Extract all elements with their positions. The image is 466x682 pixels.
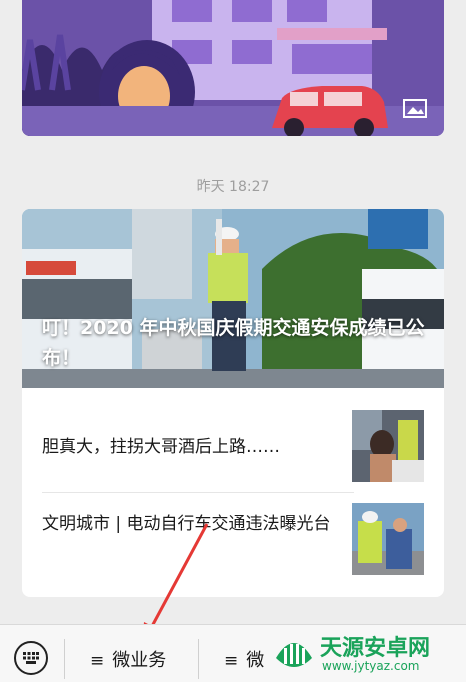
- watermark-url: www.jytyaz.com: [322, 659, 420, 673]
- hamburger-icon: ≡: [90, 651, 105, 671]
- watermark-brand: 天源安卓网: [320, 636, 431, 661]
- site-watermark: 天源安卓网 www.jytyaz.com: [264, 628, 460, 678]
- watermark-logo-icon: [276, 643, 312, 667]
- keyboard-icon[interactable]: [14, 641, 48, 675]
- annotation-arrow: [142, 523, 209, 645]
- menu-item-micro[interactable]: ≡ 微: [224, 646, 264, 672]
- hamburger-icon: ≡: [224, 651, 239, 671]
- menu-separator: [64, 639, 65, 679]
- menu-item-label: 微: [246, 650, 265, 671]
- menu-separator: [198, 639, 199, 679]
- menu-item-label: 微业务: [112, 650, 167, 671]
- menu-item-micro-business[interactable]: ≡ 微业务: [90, 646, 166, 672]
